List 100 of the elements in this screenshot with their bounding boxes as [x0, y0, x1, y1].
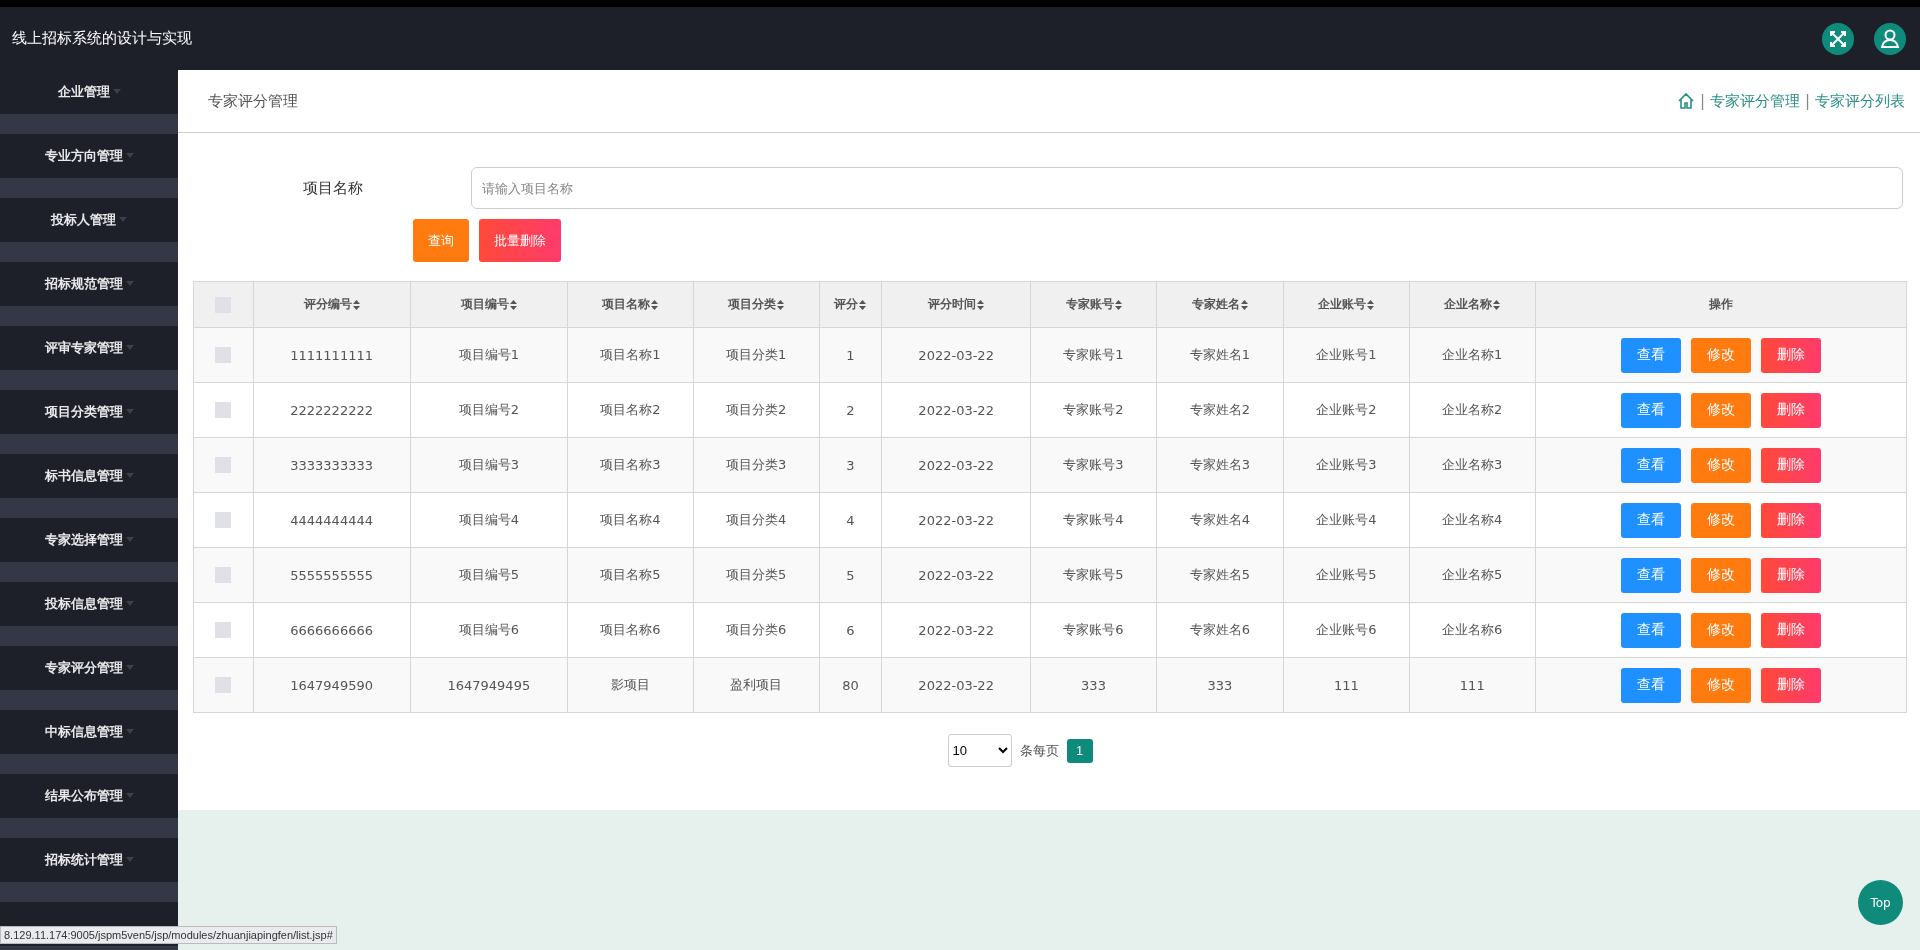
sidebar-item[interactable]: 专业方向管理 [0, 134, 178, 178]
caret-icon [125, 408, 134, 414]
delete-button[interactable]: 删除 [1760, 612, 1821, 648]
checkbox[interactable] [215, 567, 232, 584]
sidebar-item[interactable]: 标书信息管理 [0, 454, 178, 498]
delete-button[interactable]: 删除 [1760, 667, 1821, 703]
fullscreen-icon[interactable] [1822, 22, 1854, 55]
caret-icon [125, 600, 134, 606]
sidebar-item[interactable]: 招标规范管理 [0, 262, 178, 306]
table-cell: 项目编号6 [458, 622, 519, 637]
edit-button[interactable]: 修改 [1690, 447, 1751, 483]
delete-button[interactable]: 删除 [1760, 447, 1821, 483]
checkbox[interactable] [215, 512, 232, 529]
caret-icon [125, 536, 134, 542]
table-cell: 3 [846, 457, 855, 473]
view-button[interactable]: 查看 [1620, 612, 1681, 648]
sort-icon[interactable] [859, 299, 867, 310]
sidebar-item[interactable]: 中标信息管理 [0, 710, 178, 754]
checkbox[interactable] [215, 677, 232, 694]
caret-icon [125, 472, 134, 478]
sort-icon[interactable] [1240, 299, 1248, 310]
caret-icon [125, 152, 134, 158]
page-button[interactable]: 1 [1066, 738, 1093, 763]
edit-button[interactable]: 修改 [1690, 557, 1751, 593]
view-button[interactable]: 查看 [1620, 667, 1681, 703]
sidebar-item[interactable]: 结果公布管理 [0, 774, 178, 818]
edit-button[interactable]: 修改 [1690, 667, 1751, 703]
column-header[interactable]: 项目名称 [602, 296, 659, 313]
delete-button[interactable]: 删除 [1760, 392, 1821, 428]
per-page-label: 条每页 [1019, 741, 1059, 760]
query-button[interactable]: 查询 [413, 219, 469, 262]
table-cell: 专家账号1 [1063, 347, 1124, 362]
edit-button[interactable]: 修改 [1690, 502, 1751, 538]
view-button[interactable]: 查看 [1620, 337, 1681, 373]
table-cell: 3333333333 [290, 457, 373, 473]
checkbox[interactable] [215, 457, 232, 474]
batch-delete-button[interactable]: 批量删除 [479, 219, 561, 262]
sort-icon[interactable] [1114, 299, 1122, 310]
table-cell: 4444444444 [290, 512, 373, 528]
view-button[interactable]: 查看 [1620, 392, 1681, 428]
field-label: 项目名称 [302, 178, 364, 198]
sort-icon[interactable] [777, 299, 785, 310]
sidebar-item[interactable]: 项目分类管理 [0, 390, 178, 434]
table-cell: 2022-03-22 [918, 347, 994, 363]
column-header[interactable]: 评分时间 [928, 296, 985, 313]
column-header[interactable]: 项目分类 [728, 296, 785, 313]
table-cell: 项目分类2 [726, 402, 787, 417]
delete-button[interactable]: 删除 [1760, 337, 1821, 373]
column-header[interactable]: 企业名称 [1444, 296, 1501, 313]
column-header[interactable]: 专家姓名 [1191, 296, 1248, 313]
checkbox[interactable] [215, 402, 232, 419]
table-cell: 企业账号1 [1316, 347, 1377, 362]
delete-button[interactable]: 删除 [1760, 502, 1821, 538]
page-size-select[interactable]: 10 [947, 734, 1012, 767]
sidebar-item[interactable]: 专家评分管理 [0, 646, 178, 690]
table-cell: 企业名称1 [1442, 347, 1503, 362]
table-cell: 盈利项目 [730, 677, 783, 692]
sidebar-item[interactable]: 投标信息管理 [0, 582, 178, 626]
edit-button[interactable]: 修改 [1690, 337, 1751, 373]
view-button[interactable]: 查看 [1620, 557, 1681, 593]
sidebar-item[interactable]: 投标人管理 [0, 198, 178, 242]
search-field[interactable]: 请输入项目名称 [471, 167, 1903, 209]
column-header[interactable]: 评分 [834, 296, 867, 313]
sidebar-item[interactable]: 评审专家管理 [0, 326, 178, 370]
table-cell: 企业账号3 [1316, 457, 1377, 472]
sidebar-item[interactable]: 招标统计管理 [0, 838, 178, 882]
breadcrumb-link[interactable]: 专家评分管理 [1709, 91, 1800, 111]
sidebar-item[interactable]: 企业管理 [0, 70, 178, 114]
caret-icon [125, 280, 134, 286]
sort-icon[interactable] [509, 299, 517, 310]
table-cell: 2022-03-22 [918, 622, 994, 638]
sort-icon[interactable] [651, 299, 659, 310]
breadcrumb-link[interactable]: 专家评分列表 [1815, 91, 1905, 111]
table-cell: 专家账号3 [1063, 457, 1124, 472]
sort-icon[interactable] [977, 299, 985, 310]
sidebar-item[interactable]: 专家选择管理 [0, 518, 178, 562]
view-button[interactable]: 查看 [1620, 502, 1681, 538]
user-icon[interactable] [1874, 22, 1906, 55]
table-cell: 企业账号2 [1316, 402, 1377, 417]
delete-button[interactable]: 删除 [1760, 557, 1821, 593]
table-cell: 项目编号4 [458, 512, 519, 527]
column-header[interactable]: 专家账号 [1065, 296, 1122, 313]
home-icon[interactable] [1676, 92, 1695, 110]
table-cell: 6 [846, 622, 855, 638]
sort-icon[interactable] [1493, 299, 1501, 310]
column-header[interactable]: 评分编号 [303, 296, 360, 313]
column-header: 操作 [1708, 296, 1733, 313]
table-cell: 专家姓名3 [1189, 457, 1251, 472]
table-cell: 2022-03-22 [918, 457, 994, 473]
column-header[interactable]: 企业账号 [1318, 296, 1375, 313]
table-cell: 1 [846, 347, 855, 363]
view-button[interactable]: 查看 [1620, 447, 1681, 483]
checkbox[interactable] [215, 622, 232, 639]
sort-icon[interactable] [352, 299, 360, 310]
edit-button[interactable]: 修改 [1690, 392, 1751, 428]
checkbox[interactable] [215, 347, 232, 364]
column-header[interactable]: 项目编号 [460, 296, 517, 313]
edit-button[interactable]: 修改 [1690, 612, 1751, 648]
sort-icon[interactable] [1367, 299, 1375, 310]
table-cell: 企业名称6 [1442, 622, 1503, 637]
